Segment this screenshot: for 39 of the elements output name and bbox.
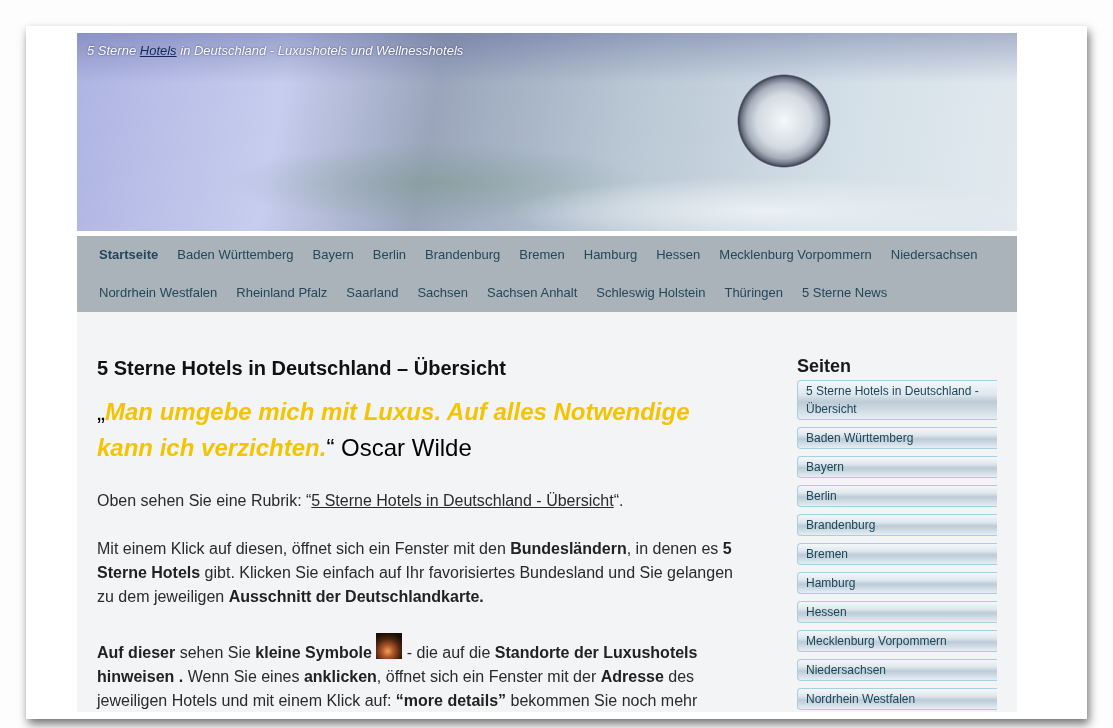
sidebar-link[interactable]: Brandenburg	[797, 514, 997, 536]
sidebar-title: Seiten	[797, 355, 853, 378]
nav-link[interactable]: Schleswig Holstein	[596, 274, 706, 312]
quote-text: „Man umgebe mich mit Luxus. Auf alles Notwendige kann ich verzichten.“ Oscar Wilde	[97, 397, 691, 463]
nav-link[interactable]: Nordrhein Westfalen	[99, 274, 218, 312]
body-paragraph: Mit einem Klick auf diesen, öffnet sich ein Fenster mit den Bundesländern, in denen es 5 Sterne Hotels gibt. Klicken Sie einfach auf Ihr favorisiertes Bundesland und Sie gelangen zu dem jeweiligen Ausschnitt der Deutschlandkarte.	[97, 539, 734, 607]
nav-link[interactable]: Baden Württemberg	[177, 236, 294, 274]
site-tagline: 5 Sterne Hotels in Deutschland - Luxushotels und Wellnesshotels	[87, 43, 464, 58]
nav-link[interactable]: Sachsen Anhalt	[486, 274, 578, 312]
nav-link[interactable]: Startseite	[99, 236, 159, 274]
photo-thumbnail-icon	[376, 633, 403, 659]
nav-link[interactable]: Saarland	[346, 274, 399, 312]
sidebar-link[interactable]: 5 Sterne Hotels in Deutschland - Übersicht	[797, 380, 997, 420]
sidebar-link[interactable]: Mecklenburg Vorpommern	[797, 630, 997, 652]
nav-link[interactable]: Niedersachsen	[890, 236, 978, 274]
sidebar-link[interactable]: Nordrhein Westfalen	[797, 688, 997, 710]
nav-link[interactable]: 5 Sterne News	[802, 274, 888, 312]
nav-link[interactable]: Hamburg	[583, 236, 638, 274]
body-paragraph: Auf dieser sehen Sie kleine Symbole - die auf die Standorte der Luxushotels hinweisen . Wenn Sie eines anklicken, öffnet sich ein Fenster mit der Adresse des jeweiligen Hotels und mit einem Klick auf: “more details” bekommen Sie noch mehr	[97, 633, 747, 713]
nav-link[interactable]: Sachsen	[417, 274, 468, 312]
nav-link[interactable]: Hessen	[656, 236, 701, 274]
nav-link[interactable]: Rheinland Pfalz	[236, 274, 328, 312]
nav-link[interactable]: Thüringen	[724, 274, 783, 312]
sidebar-link[interactable]: Bremen	[797, 543, 997, 565]
nav-link[interactable]: Bremen	[519, 236, 565, 274]
hotels-link[interactable]: Hotels	[139, 43, 177, 58]
sidebar-link[interactable]: Baden Württemberg	[797, 427, 997, 449]
sidebar-link[interactable]: Hessen	[797, 601, 997, 623]
nav-link[interactable]: Berlin	[372, 236, 407, 274]
nav-link[interactable]: Bayern	[312, 236, 354, 274]
body-paragraph: Oben sehen Sie eine Rubrik: “5 Sterne Hotels in Deutschland - Übersicht“.	[97, 491, 625, 511]
rubric-link[interactable]: 5 Sterne Hotels in Deutschland - Übersicht	[311, 492, 614, 509]
sidebar-link[interactable]: Bayern	[797, 456, 997, 478]
sidebar-link[interactable]: Berlin	[797, 485, 997, 507]
nav-link[interactable]: Mecklenburg Vorpommern	[719, 236, 872, 274]
sidebar-link[interactable]: Niedersachsen	[797, 659, 997, 681]
sidebar-link[interactable]: Hamburg	[797, 572, 997, 594]
page-title: 5 Sterne Hotels in Deutschland – Übersicht	[97, 356, 507, 381]
nav-link[interactable]: Brandenburg	[425, 236, 501, 274]
